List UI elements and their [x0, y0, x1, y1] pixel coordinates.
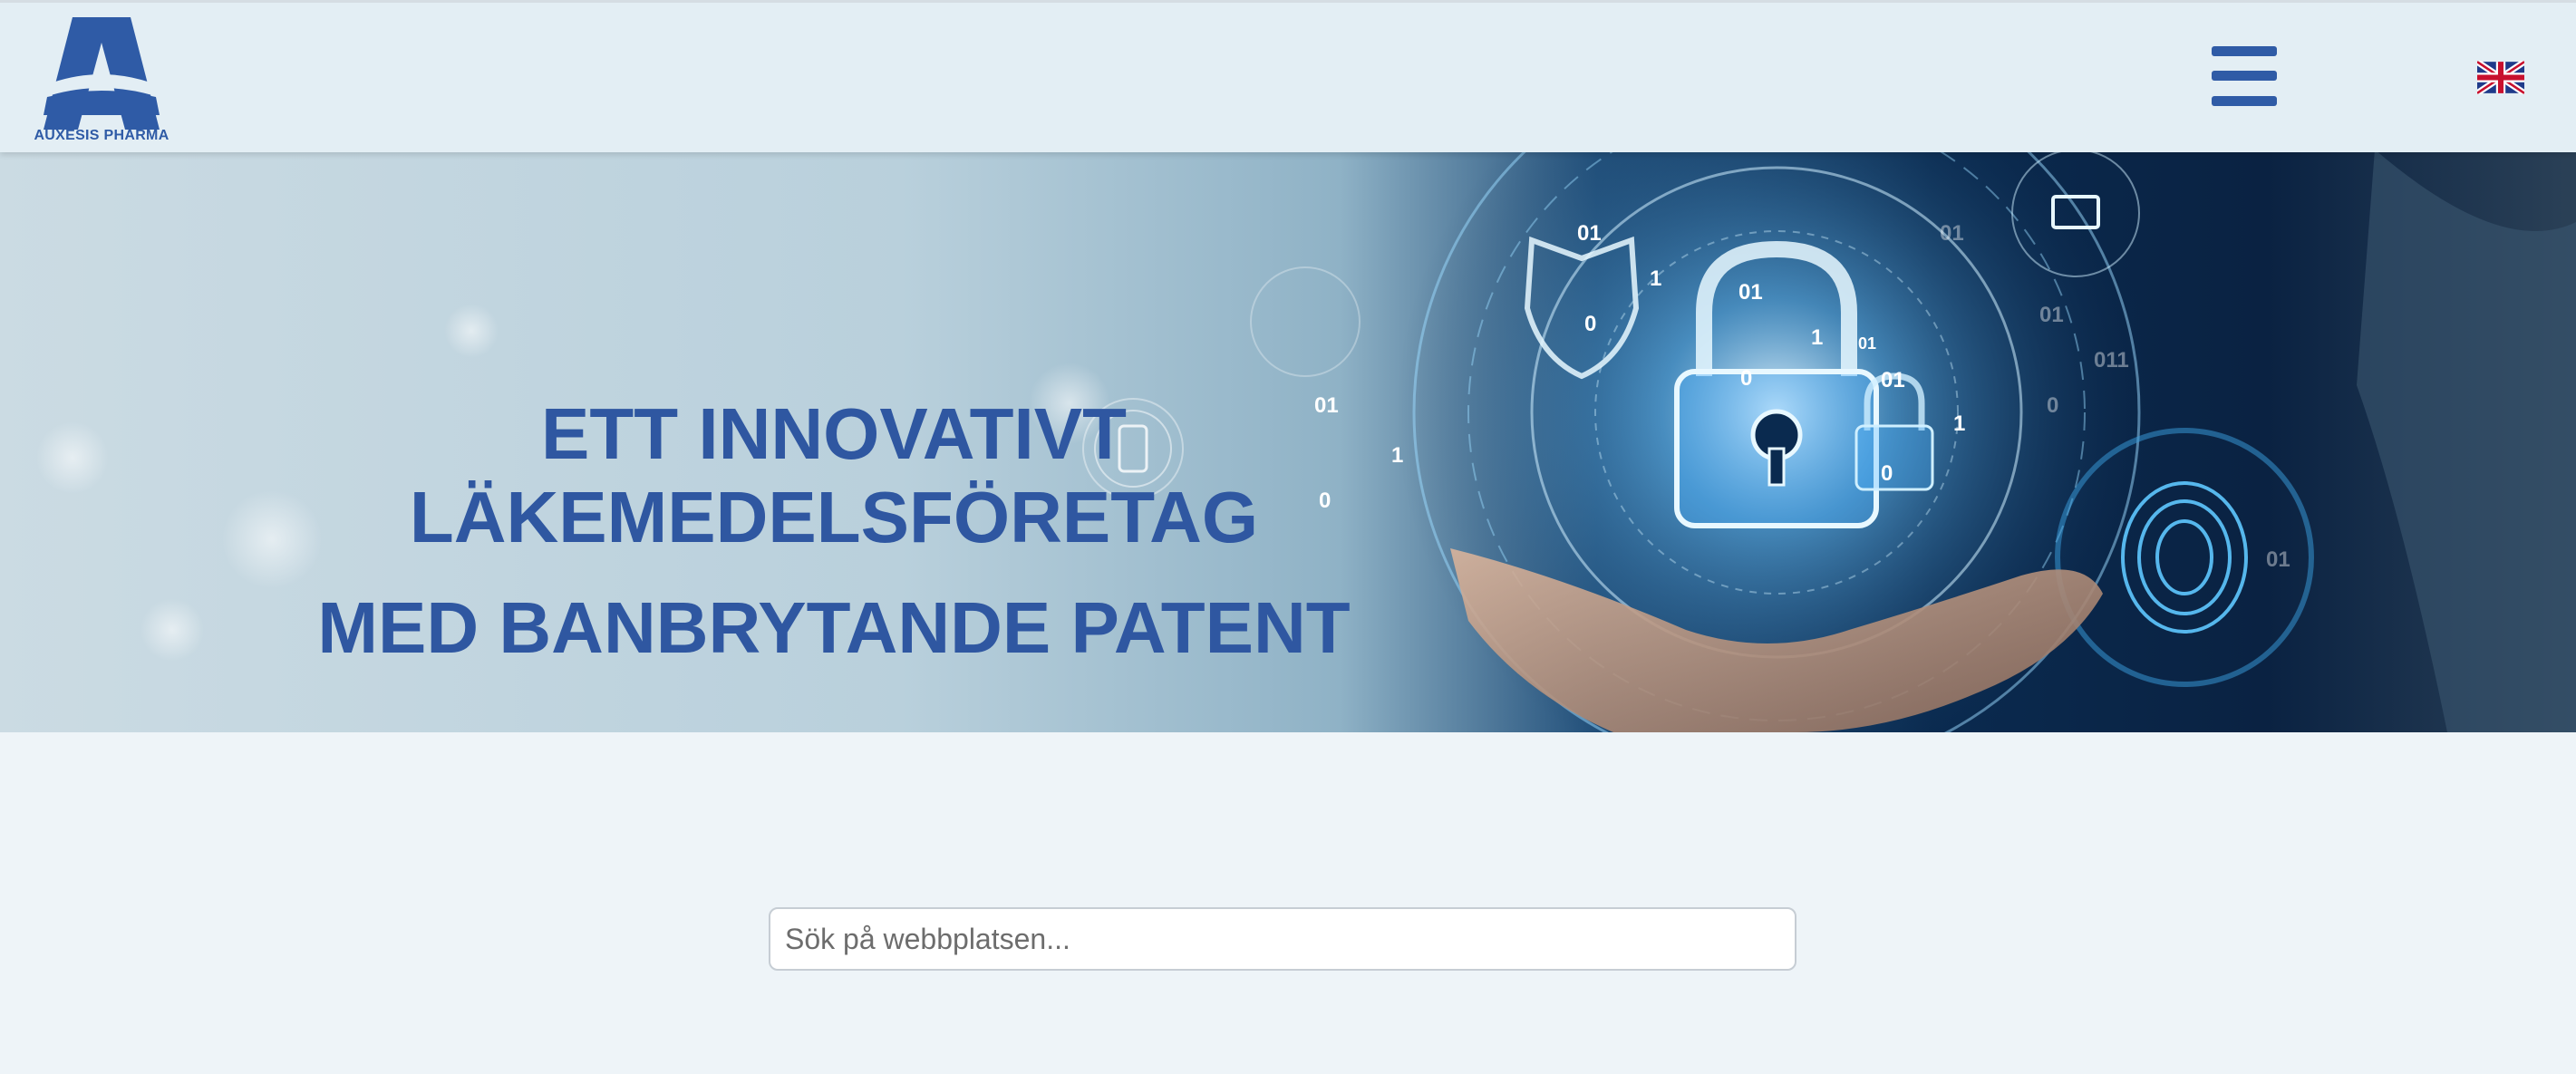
binary-label: 01: [1858, 334, 1876, 353]
search-container: [769, 907, 1796, 971]
hero-banner: 01 1 01 1 01 01 0 0 1 0 01 1 0 01 011 01…: [0, 150, 2576, 732]
hero-heading-line-3: MED BANBRYTANDE PATENT: [317, 587, 1351, 668]
binary-label: 0: [1881, 461, 1893, 486]
site-header: AUXESIS PHARMA: [0, 0, 2576, 152]
binary-label: 01: [2266, 547, 2290, 572]
company-logo[interactable]: AUXESIS PHARMA: [25, 14, 178, 148]
binary-label: 01: [1713, 239, 1738, 264]
binary-label: 0: [2047, 393, 2058, 418]
hamburger-menu-icon[interactable]: [2212, 46, 2277, 106]
binary-label: 01: [1577, 221, 1602, 246]
logo-text: AUXESIS PHARMA: [34, 128, 169, 143]
binary-label: 1: [1811, 325, 1823, 350]
binary-label: 1: [1650, 266, 1661, 291]
binary-label: 01: [2039, 303, 2064, 327]
search-input[interactable]: [769, 907, 1796, 971]
uk-flag-icon[interactable]: [2475, 59, 2526, 96]
binary-label: 01: [1881, 368, 1905, 392]
binary-label: 011: [2094, 348, 2129, 373]
binary-label: 1: [1953, 411, 1965, 436]
logo-a-mark-icon: [44, 17, 160, 130]
hero-heading-line-2: LÄKEMEDELSFÖRETAG: [409, 477, 1259, 557]
binary-label: 01: [1738, 280, 1763, 305]
hero-heading-line-1: ETT INNOVATIVT: [541, 393, 1127, 474]
binary-label: 01: [1940, 221, 1964, 246]
binary-label: 0: [1740, 366, 1752, 391]
binary-label: 1: [1391, 443, 1403, 468]
binary-label: 0: [1584, 312, 1596, 336]
